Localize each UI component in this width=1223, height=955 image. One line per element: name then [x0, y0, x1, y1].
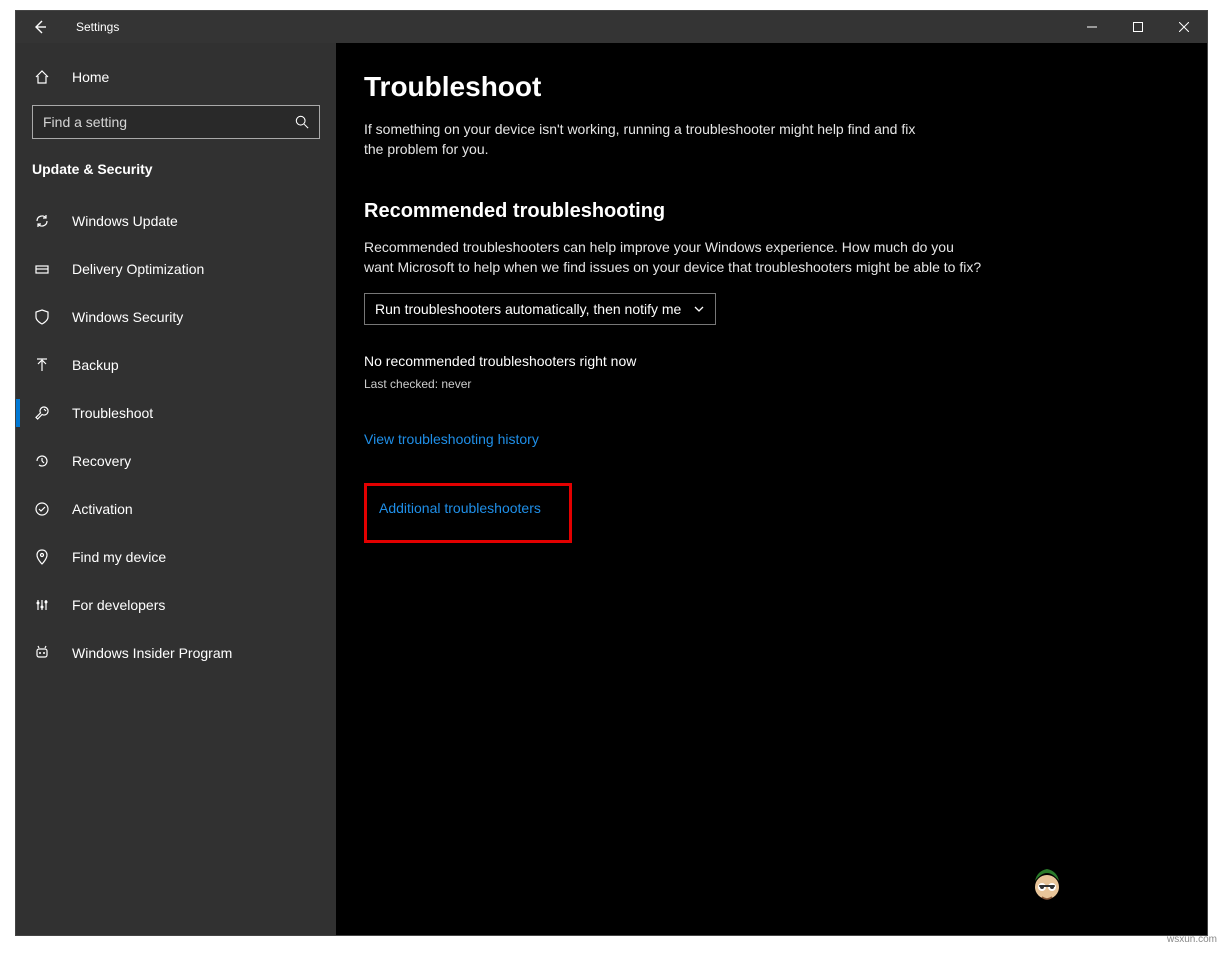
sidebar: Home Update & Security Windows Update De…: [16, 43, 336, 935]
sidebar-item-windows-security[interactable]: Windows Security: [16, 293, 336, 341]
watermark-text: wsxun.com: [1167, 934, 1217, 945]
sidebar-item-for-developers[interactable]: For developers: [16, 581, 336, 629]
additional-troubleshooters-link[interactable]: Additional troubleshooters: [379, 500, 541, 516]
chevron-down-icon: [693, 303, 705, 315]
sidebar-item-windows-insider[interactable]: Windows Insider Program: [16, 629, 336, 677]
check-circle-icon: [32, 501, 52, 517]
dropdown-value: Run troubleshooters automatically, then …: [375, 301, 681, 317]
wrench-icon: [32, 405, 52, 421]
delivery-icon: [32, 261, 52, 277]
sidebar-item-backup[interactable]: Backup: [16, 341, 336, 389]
sidebar-item-label: For developers: [72, 597, 165, 613]
recommended-description: Recommended troubleshooters can help imp…: [364, 237, 984, 278]
sidebar-item-find-my-device[interactable]: Find my device: [16, 533, 336, 581]
recovery-icon: [32, 453, 52, 469]
close-icon: [1179, 22, 1189, 32]
page-description: If something on your device isn't workin…: [364, 119, 924, 160]
developers-icon: [32, 597, 52, 613]
sidebar-item-label: Windows Insider Program: [72, 645, 232, 661]
sidebar-item-label: Troubleshoot: [72, 405, 153, 421]
settings-window: Settings Home: [15, 10, 1208, 936]
home-label: Home: [72, 69, 109, 85]
backup-icon: [32, 357, 52, 373]
home-button[interactable]: Home: [16, 57, 336, 97]
home-icon: [32, 69, 52, 85]
sidebar-item-label: Windows Security: [72, 309, 183, 325]
maximize-button[interactable]: [1115, 11, 1161, 43]
sidebar-item-label: Activation: [72, 501, 133, 517]
sidebar-item-delivery-optimization[interactable]: Delivery Optimization: [16, 245, 336, 293]
mascot-icon: [1027, 861, 1067, 905]
window-title: Settings: [76, 20, 119, 34]
minimize-button[interactable]: [1069, 11, 1115, 43]
shield-icon: [32, 309, 52, 325]
minimize-icon: [1087, 22, 1097, 32]
arrow-left-icon: [32, 19, 48, 35]
search-box[interactable]: [32, 105, 320, 139]
sidebar-item-label: Recovery: [72, 453, 131, 469]
sidebar-item-windows-update[interactable]: Windows Update: [16, 197, 336, 245]
location-icon: [32, 549, 52, 565]
sidebar-section-title: Update & Security: [16, 139, 336, 187]
sidebar-item-label: Find my device: [72, 549, 166, 565]
search-input[interactable]: [43, 114, 295, 130]
view-history-link[interactable]: View troubleshooting history: [364, 431, 539, 447]
main-panel: Troubleshoot If something on your device…: [336, 43, 1207, 935]
insider-icon: [32, 645, 52, 661]
troubleshooter-mode-dropdown[interactable]: Run troubleshooters automatically, then …: [364, 293, 716, 325]
close-button[interactable]: [1161, 11, 1207, 43]
sidebar-item-activation[interactable]: Activation: [16, 485, 336, 533]
highlight-annotation: Additional troubleshooters: [364, 483, 572, 543]
recommended-heading: Recommended troubleshooting: [364, 200, 1207, 223]
last-checked-text: Last checked: never: [364, 377, 1207, 391]
search-icon: [295, 115, 309, 129]
sidebar-item-recovery[interactable]: Recovery: [16, 437, 336, 485]
sidebar-item-troubleshoot[interactable]: Troubleshoot: [16, 389, 336, 437]
sidebar-item-label: Backup: [72, 357, 119, 373]
sidebar-item-label: Windows Update: [72, 213, 178, 229]
sync-icon: [32, 213, 52, 229]
titlebar: Settings: [16, 11, 1207, 43]
maximize-icon: [1133, 22, 1143, 32]
sidebar-item-label: Delivery Optimization: [72, 261, 204, 277]
status-text: No recommended troubleshooters right now: [364, 353, 1207, 369]
page-title: Troubleshoot: [364, 71, 1207, 103]
back-button[interactable]: [16, 11, 64, 43]
